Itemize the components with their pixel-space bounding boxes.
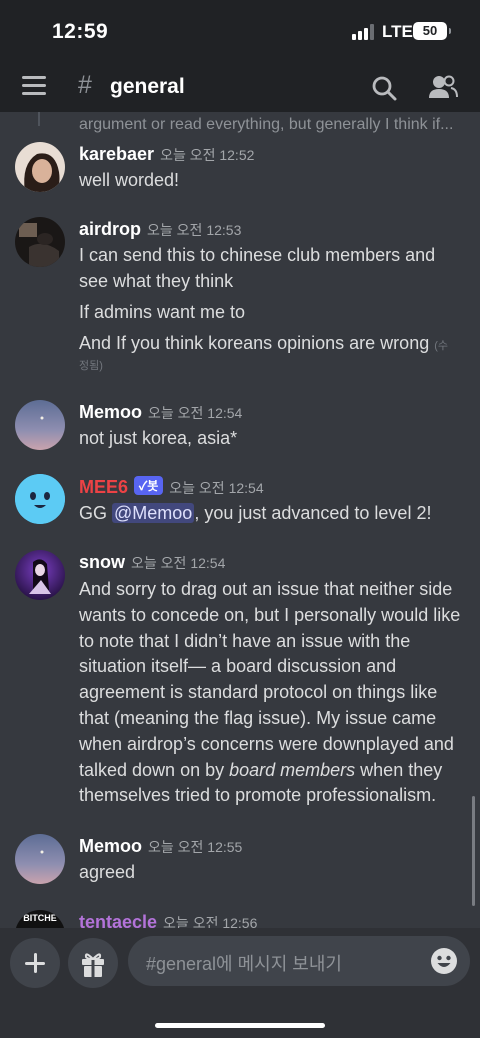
message-header: snow 오늘 오전 12:54 xyxy=(79,552,225,574)
username[interactable]: airdrop xyxy=(79,219,141,239)
gift-icon xyxy=(82,953,104,977)
message-list[interactable]: argument or read everything, but general… xyxy=(0,112,480,928)
username[interactable]: karebaer xyxy=(79,144,154,164)
message-header: airdrop 오늘 오전 12:53 xyxy=(79,219,241,241)
avatar-tentaecle[interactable]: BITCHE xyxy=(15,910,65,928)
add-attachment-button[interactable] xyxy=(10,938,60,988)
message-composer: #general에 메시지 보내기 xyxy=(0,928,480,1038)
timestamp: 오늘 오전 12:55 xyxy=(148,839,243,855)
reply-preview[interactable]: argument or read everything, but general… xyxy=(79,116,469,134)
message-header: tentaecle 오늘 오전 12:56 xyxy=(79,912,257,928)
message-text: And sorry to drag out an issue that neit… xyxy=(79,577,471,809)
timestamp: 오늘 오전 12:54 xyxy=(148,405,243,421)
home-indicator[interactable] xyxy=(155,1023,325,1028)
message-header: Memoo 오늘 오전 12:54 xyxy=(79,402,242,424)
message-text: And If you think koreans opinions are wr… xyxy=(79,331,474,360)
timestamp: 오늘 오전 12:54 xyxy=(131,555,226,571)
channel-title: general xyxy=(110,75,185,98)
username[interactable]: tentaecle xyxy=(79,912,157,928)
network-type: LTE xyxy=(382,22,413,41)
battery-icon: 50 xyxy=(413,22,451,40)
avatar-airdrop[interactable] xyxy=(15,217,65,267)
reply-thread-line xyxy=(38,112,54,126)
gift-button[interactable] xyxy=(68,938,118,988)
message-text: GG @Memoo, you just advanced to level 2! xyxy=(79,501,474,527)
message-header: MEE6 ✓봇 오늘 오전 12:54 xyxy=(79,476,264,498)
message-text-part: GG xyxy=(79,503,113,523)
user-mention[interactable]: @Memoo xyxy=(112,503,195,523)
message-text-part: And If you think koreans opinions are wr… xyxy=(79,333,430,353)
battery-level: 50 xyxy=(422,23,438,38)
avatar-karebaer[interactable] xyxy=(15,142,65,192)
username[interactable]: MEE6 xyxy=(79,477,128,497)
message-text-part: , you just advanced to level 2! xyxy=(194,503,432,523)
emoji-icon[interactable] xyxy=(430,947,458,975)
hamburger-menu-icon[interactable] xyxy=(22,76,48,96)
avatar-memoo[interactable] xyxy=(15,834,65,884)
edited-marker: (수 xyxy=(434,340,449,352)
avatar-text: BITCHE xyxy=(23,913,57,923)
status-bar: 12:59 LTE 50 xyxy=(0,0,480,62)
search-icon[interactable] xyxy=(370,74,398,102)
bot-badge: ✓봇 xyxy=(134,476,164,495)
message-input[interactable]: #general에 메시지 보내기 xyxy=(128,936,470,986)
channel-header: # general xyxy=(0,62,480,112)
avatar-memoo[interactable] xyxy=(15,400,65,450)
username[interactable]: Memoo xyxy=(79,402,142,422)
message-text: see what they think xyxy=(79,271,234,291)
message-header: Memoo 오늘 오전 12:55 xyxy=(79,836,242,858)
message-text: I can send this to chinese club members … xyxy=(79,245,436,265)
timestamp: 오늘 오전 12:54 xyxy=(169,480,264,496)
message-text: well worded! xyxy=(79,170,180,190)
scrollbar[interactable] xyxy=(472,796,475,906)
timestamp: 오늘 오전 12:53 xyxy=(147,222,242,238)
avatar-snow[interactable] xyxy=(15,550,65,600)
message-input-placeholder: #general에 메시지 보내기 xyxy=(146,954,342,974)
emphasized-text: board members xyxy=(229,759,356,780)
channel-hash-icon: # xyxy=(78,71,92,99)
message-header: karebaer 오늘 오전 12:52 xyxy=(79,144,254,166)
timestamp: 오늘 오전 12:52 xyxy=(160,147,255,163)
message-text-part: And sorry to drag out an issue that neit… xyxy=(79,579,461,780)
status-time: 12:59 xyxy=(52,20,109,43)
timestamp: 오늘 오전 12:56 xyxy=(163,915,258,928)
message-text: not just korea, asia* xyxy=(79,428,238,448)
username[interactable]: Memoo xyxy=(79,836,142,856)
members-icon[interactable] xyxy=(428,73,458,101)
edited-marker: 정됨) xyxy=(79,360,103,372)
username[interactable]: snow xyxy=(79,552,125,572)
message-text: If admins want me to xyxy=(79,302,246,322)
cellular-signal-icon xyxy=(352,24,376,40)
avatar-mee6[interactable] xyxy=(15,474,65,524)
message-text: agreed xyxy=(79,862,136,882)
